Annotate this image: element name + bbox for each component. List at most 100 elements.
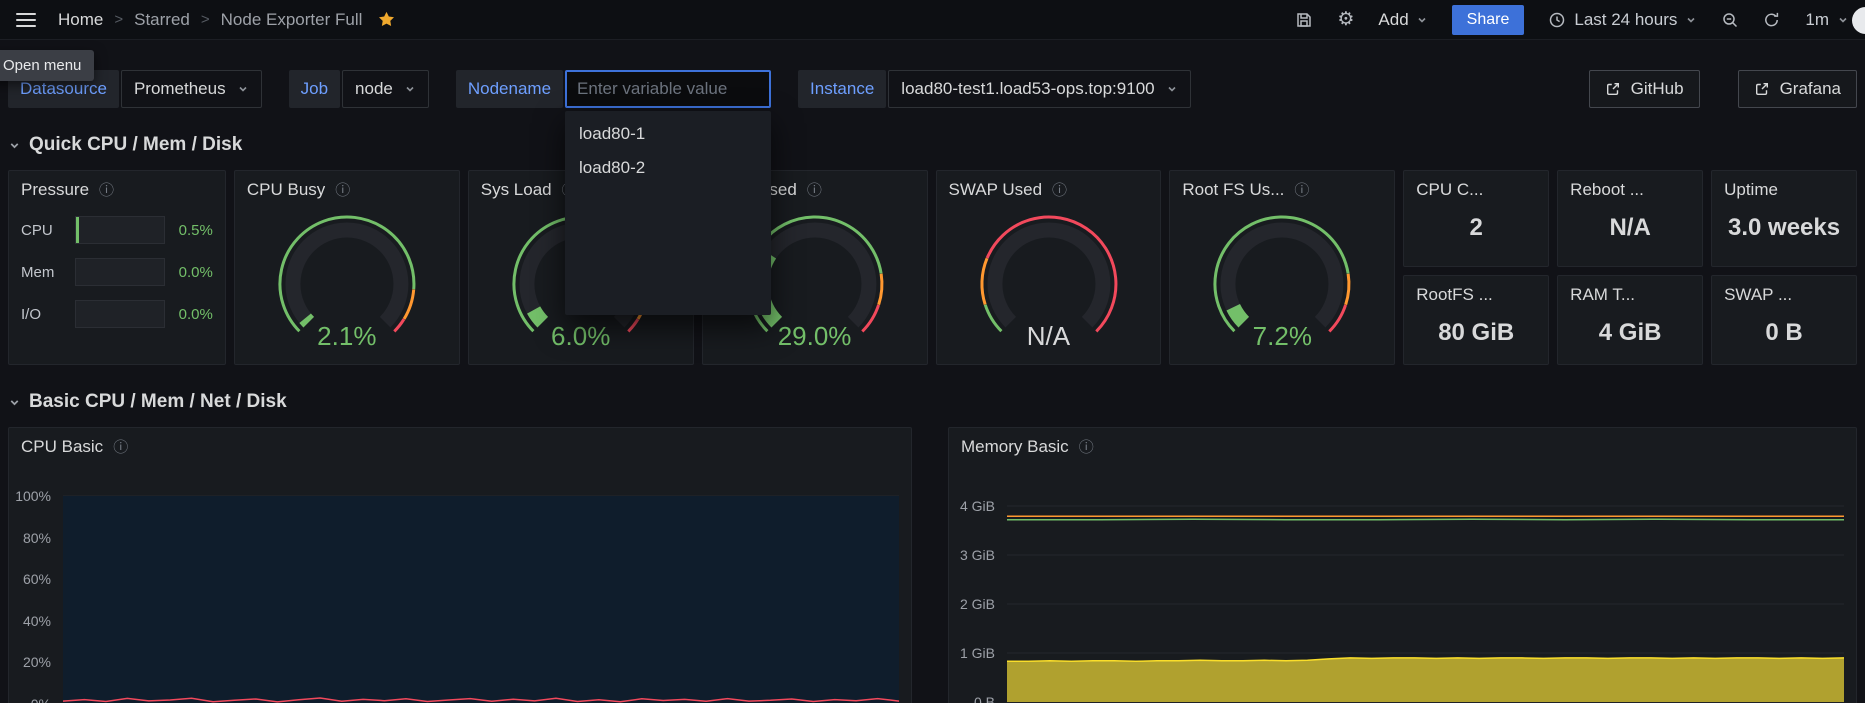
memory-basic-plot bbox=[1007, 506, 1844, 702]
share-button[interactable]: Share bbox=[1452, 5, 1525, 35]
github-link-button[interactable]: GitHub bbox=[1589, 70, 1700, 108]
grafana-link-button[interactable]: Grafana bbox=[1738, 70, 1857, 108]
basic-charts-row: CPU Basic ⓘ 100% 80% 60% 40% 20% 0% Memo… bbox=[8, 427, 1857, 703]
save-dashboard-icon[interactable] bbox=[1295, 11, 1313, 29]
variable-job: Job node bbox=[289, 70, 429, 108]
breadcrumb-starred[interactable]: Starred bbox=[134, 10, 190, 30]
nodename-input[interactable] bbox=[565, 70, 771, 108]
info-icon[interactable]: ⓘ bbox=[807, 183, 822, 198]
topnav-actions: ⚙ Add Share Last 24 hours 1m bbox=[1295, 5, 1849, 35]
dashboard-links: GitHub Grafana bbox=[1589, 70, 1857, 108]
panel-ram-total: RAM T... 4 GiB bbox=[1557, 275, 1703, 365]
info-icon[interactable]: ⓘ bbox=[99, 183, 114, 198]
github-link-label: GitHub bbox=[1631, 79, 1684, 99]
pressure-value: 0.0% bbox=[179, 264, 213, 281]
panel-title[interactable]: SWAP Used bbox=[949, 180, 1043, 200]
dashboard-page: Datasource Prometheus Job node Nodename … bbox=[0, 70, 1865, 703]
add-button-label: Add bbox=[1378, 10, 1408, 30]
clock-icon bbox=[1548, 11, 1566, 29]
external-link-icon bbox=[1754, 81, 1770, 97]
refresh-interval-label: 1m bbox=[1805, 10, 1829, 30]
favorite-star-icon[interactable] bbox=[377, 10, 396, 29]
pressure-label: Mem bbox=[21, 264, 65, 281]
chevron-down-icon bbox=[1416, 14, 1428, 26]
panel-swap-total: SWAP ... 0 B bbox=[1711, 275, 1857, 365]
pressure-row-io: I/O 0.0% bbox=[21, 300, 213, 328]
breadcrumb-current: Node Exporter Full bbox=[221, 10, 363, 30]
info-icon[interactable]: ⓘ bbox=[1079, 440, 1094, 455]
stat-value: 2 bbox=[1404, 214, 1548, 242]
info-icon[interactable]: ⓘ bbox=[1052, 183, 1067, 198]
dropdown-option-load80-1[interactable]: load80-1 bbox=[565, 117, 771, 151]
zoom-out-time-icon[interactable] bbox=[1721, 11, 1739, 29]
y-tick-label: 60% bbox=[23, 570, 51, 588]
dropdown-option-load80-2[interactable]: load80-2 bbox=[565, 151, 771, 185]
panel-title[interactable]: RAM T... bbox=[1570, 285, 1635, 305]
memory-y-axis-labels: 4 GiB 3 GiB 2 GiB 1 GiB 0 B bbox=[949, 506, 1003, 702]
panel-cpu-basic: CPU Basic ⓘ 100% 80% 60% 40% 20% 0% bbox=[8, 427, 912, 703]
instance-value-dropdown[interactable]: load80-test1.load53-ops.top:9100 bbox=[888, 70, 1190, 108]
breadcrumb-separator-icon: > bbox=[114, 11, 123, 28]
datasource-value: Prometheus bbox=[134, 79, 226, 99]
breadcrumb-home[interactable]: Home bbox=[58, 10, 103, 30]
pressure-label: CPU bbox=[21, 222, 65, 239]
panel-title[interactable]: Pressure bbox=[21, 180, 89, 200]
dashboard-settings-gear-icon[interactable]: ⚙ bbox=[1337, 10, 1354, 29]
info-icon[interactable]: ⓘ bbox=[113, 440, 128, 455]
datasource-value-dropdown[interactable]: Prometheus bbox=[121, 70, 262, 108]
panel-title[interactable]: Memory Basic bbox=[961, 437, 1069, 457]
panel-title[interactable]: Uptime bbox=[1724, 180, 1778, 200]
y-tick-label: 3 GiB bbox=[960, 546, 995, 564]
refresh-icon[interactable] bbox=[1763, 11, 1781, 29]
stat-value: 0 B bbox=[1712, 319, 1856, 347]
stat-value: 80 GiB bbox=[1404, 319, 1548, 347]
pressure-bar-gauge bbox=[75, 258, 165, 286]
job-label[interactable]: Job bbox=[289, 70, 340, 108]
panel-title[interactable]: CPU Basic bbox=[21, 437, 103, 457]
job-value-dropdown[interactable]: node bbox=[342, 70, 429, 108]
variable-nodename: Nodename load80-1 load80-2 bbox=[456, 70, 771, 108]
gauge-value: 6.0% bbox=[469, 321, 693, 352]
pressure-bar-gauge bbox=[75, 216, 165, 244]
panel-memory-basic: Memory Basic ⓘ 4 GiB 3 GiB 2 GiB 1 GiB 0… bbox=[948, 427, 1857, 703]
instance-label[interactable]: Instance bbox=[798, 70, 886, 108]
y-tick-label: 100% bbox=[15, 487, 51, 505]
section-title: Basic CPU / Mem / Net / Disk bbox=[29, 391, 287, 413]
nodename-dropdown-menu: load80-1 load80-2 bbox=[565, 111, 771, 315]
template-variables-row: Datasource Prometheus Job node Nodename … bbox=[8, 70, 1857, 108]
y-tick-label: 40% bbox=[23, 612, 51, 630]
chevron-down-icon bbox=[1685, 14, 1697, 26]
y-tick-label: 0% bbox=[31, 695, 51, 703]
section-basic-cpu-mem-net-disk[interactable]: Basic CPU / Mem / Net / Disk bbox=[8, 391, 1857, 413]
add-button[interactable]: Add bbox=[1378, 10, 1427, 30]
chevron-down-icon bbox=[8, 396, 21, 409]
y-tick-label: 0 B bbox=[974, 693, 995, 703]
panel-title[interactable]: CPU C... bbox=[1416, 180, 1483, 200]
panel-title[interactable]: Reboot ... bbox=[1570, 180, 1644, 200]
menu-toggle-button[interactable] bbox=[16, 13, 36, 27]
external-link-icon bbox=[1605, 81, 1621, 97]
stat-value: 3.0 weeks bbox=[1712, 214, 1856, 242]
panel-title[interactable]: Sys Load bbox=[481, 180, 552, 200]
user-avatar[interactable] bbox=[1852, 7, 1865, 34]
quick-panels-row: Pressure ⓘ CPU 0.5% Mem 0.0% I/O 0.0% bbox=[8, 170, 1857, 365]
panel-root-fs-used: Root FS Us... ⓘ 7.2% bbox=[1169, 170, 1395, 365]
refresh-interval-picker[interactable]: 1m bbox=[1805, 10, 1849, 30]
section-quick-cpu-mem-disk[interactable]: Quick CPU / Mem / Disk bbox=[8, 134, 1857, 156]
cpu-y-axis-labels: 100% 80% 60% 40% 20% 0% bbox=[9, 496, 59, 703]
chevron-down-icon bbox=[1166, 83, 1178, 95]
panel-title[interactable]: SWAP ... bbox=[1724, 285, 1792, 305]
panel-title[interactable]: Root FS Us... bbox=[1182, 180, 1284, 200]
chevron-down-icon bbox=[404, 83, 416, 95]
time-range-picker[interactable]: Last 24 hours bbox=[1548, 10, 1697, 30]
time-range-label: Last 24 hours bbox=[1574, 10, 1677, 30]
stat-value: N/A bbox=[1558, 214, 1702, 242]
panel-title[interactable]: RootFS ... bbox=[1416, 285, 1493, 305]
info-icon[interactable]: ⓘ bbox=[335, 183, 350, 198]
info-icon[interactable]: ⓘ bbox=[1294, 183, 1309, 198]
breadcrumb-separator-icon: > bbox=[201, 11, 210, 28]
nodename-label[interactable]: Nodename bbox=[456, 70, 563, 108]
panel-title[interactable]: CPU Busy bbox=[247, 180, 325, 200]
stat-column-3: Uptime 3.0 weeks SWAP ... 0 B bbox=[1711, 170, 1857, 365]
cpu-basic-plot bbox=[63, 496, 899, 703]
